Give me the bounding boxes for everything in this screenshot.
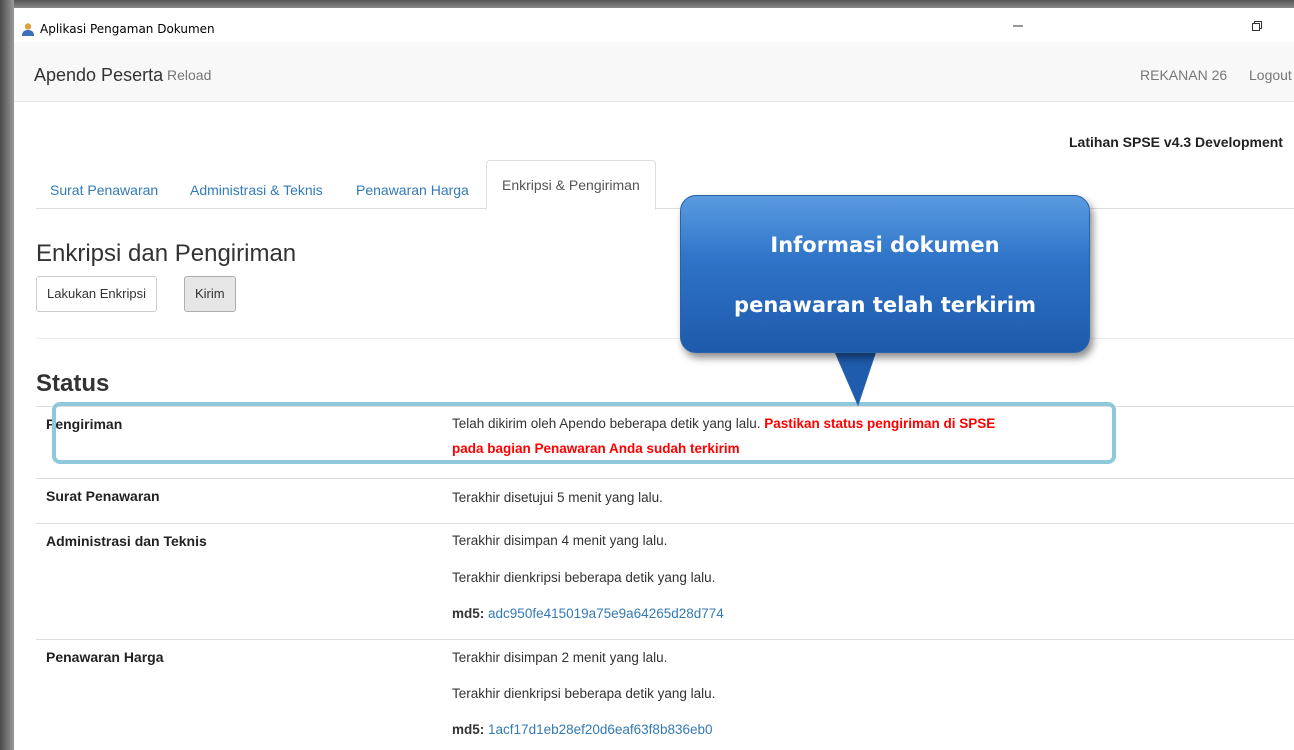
section-divider — [36, 338, 1294, 339]
window-title: Aplikasi Pengaman Dokumen — [40, 22, 215, 36]
row-label: Penawaran Harga — [46, 649, 164, 665]
logout-link[interactable]: Logout — [1249, 67, 1292, 83]
row-label: Surat Penawaran — [46, 488, 160, 504]
window-frame-left — [0, 0, 14, 750]
callout-text-line-1: Informasi dokumen — [770, 233, 1000, 257]
page-title: Enkripsi dan Pengiriman — [36, 240, 297, 267]
reload-link[interactable]: Reload — [167, 67, 211, 83]
title-bar[interactable]: Aplikasi Pengaman Dokumen — [14, 8, 1294, 42]
user-name-link[interactable]: REKANAN 26 — [1140, 67, 1227, 83]
app-user-icon — [22, 23, 34, 36]
callout-text-line-2: penawaran telah terkirim — [734, 293, 1036, 317]
top-navbar: Apendo Peserta Reload REKANAN 26 Logout — [14, 42, 1294, 102]
callout-box: Informasi dokumen penawaran telah terkir… — [680, 195, 1090, 407]
row-label: Administrasi dan Teknis — [46, 533, 207, 549]
row-text: Terakhir disimpan 2 menit yang lalu. — [452, 650, 668, 665]
status-row-administrasi-teknis: Administrasi dan Teknis Terakhir disimpa… — [36, 523, 1294, 639]
row-text: Terakhir disimpan 4 menit yang lalu. — [452, 533, 668, 548]
callout-body — [680, 195, 1090, 353]
tab-bar: Surat Penawaran Administrasi & Teknis Pe… — [36, 160, 1294, 210]
md5-label: md5: — [452, 606, 485, 621]
status-row-surat-penawaran: Surat Penawaran Terakhir disetujui 5 men… — [36, 478, 1294, 523]
minimize-button[interactable] — [1006, 14, 1030, 34]
highlight-frame — [52, 402, 1116, 464]
send-button[interactable]: Kirim — [184, 276, 236, 312]
tab-penawaran-harga[interactable]: Penawaran Harga — [356, 172, 469, 209]
md5-line: md5: adc950fe415019a75e9a64265d28d774 — [452, 606, 724, 621]
row-text: Terakhir dienkripsi beberapa detik yang … — [452, 686, 716, 701]
brand-link[interactable]: Apendo Peserta — [34, 65, 163, 86]
row-text: Terakhir dienkripsi beberapa detik yang … — [452, 570, 716, 585]
environment-title: Latihan SPSE v4.3 Development — [1069, 134, 1283, 150]
status-title: Status — [36, 370, 110, 397]
tab-enkripsi-pengiriman[interactable]: Enkripsi & Pengiriman — [486, 160, 656, 210]
md5-line: md5: 1acf17d1eb28ef20d6eaf63f8b836eb0 — [452, 722, 713, 737]
md5-hash[interactable]: adc950fe415019a75e9a64265d28d774 — [488, 606, 724, 621]
tab-surat-penawaran[interactable]: Surat Penawaran — [50, 172, 158, 209]
window-frame-top — [0, 0, 1294, 8]
callout-pointer — [831, 345, 879, 407]
restore-icon — [1252, 21, 1262, 31]
tab-administrasi-teknis[interactable]: Administrasi & Teknis — [190, 172, 323, 209]
app-window: Aplikasi Pengaman Dokumen Apendo Peserta… — [14, 8, 1294, 750]
row-text: Terakhir disetujui 5 menit yang lalu. — [452, 490, 663, 505]
md5-label: md5: — [452, 722, 485, 737]
minimize-icon — [1013, 25, 1023, 27]
status-row-penawaran-harga: Penawaran Harga Terakhir disimpan 2 meni… — [36, 639, 1294, 750]
md5-hash[interactable]: 1acf17d1eb28ef20d6eaf63f8b836eb0 — [488, 722, 712, 737]
restore-button[interactable] — [1245, 16, 1269, 36]
encrypt-button[interactable]: Lakukan Enkripsi — [36, 276, 157, 312]
